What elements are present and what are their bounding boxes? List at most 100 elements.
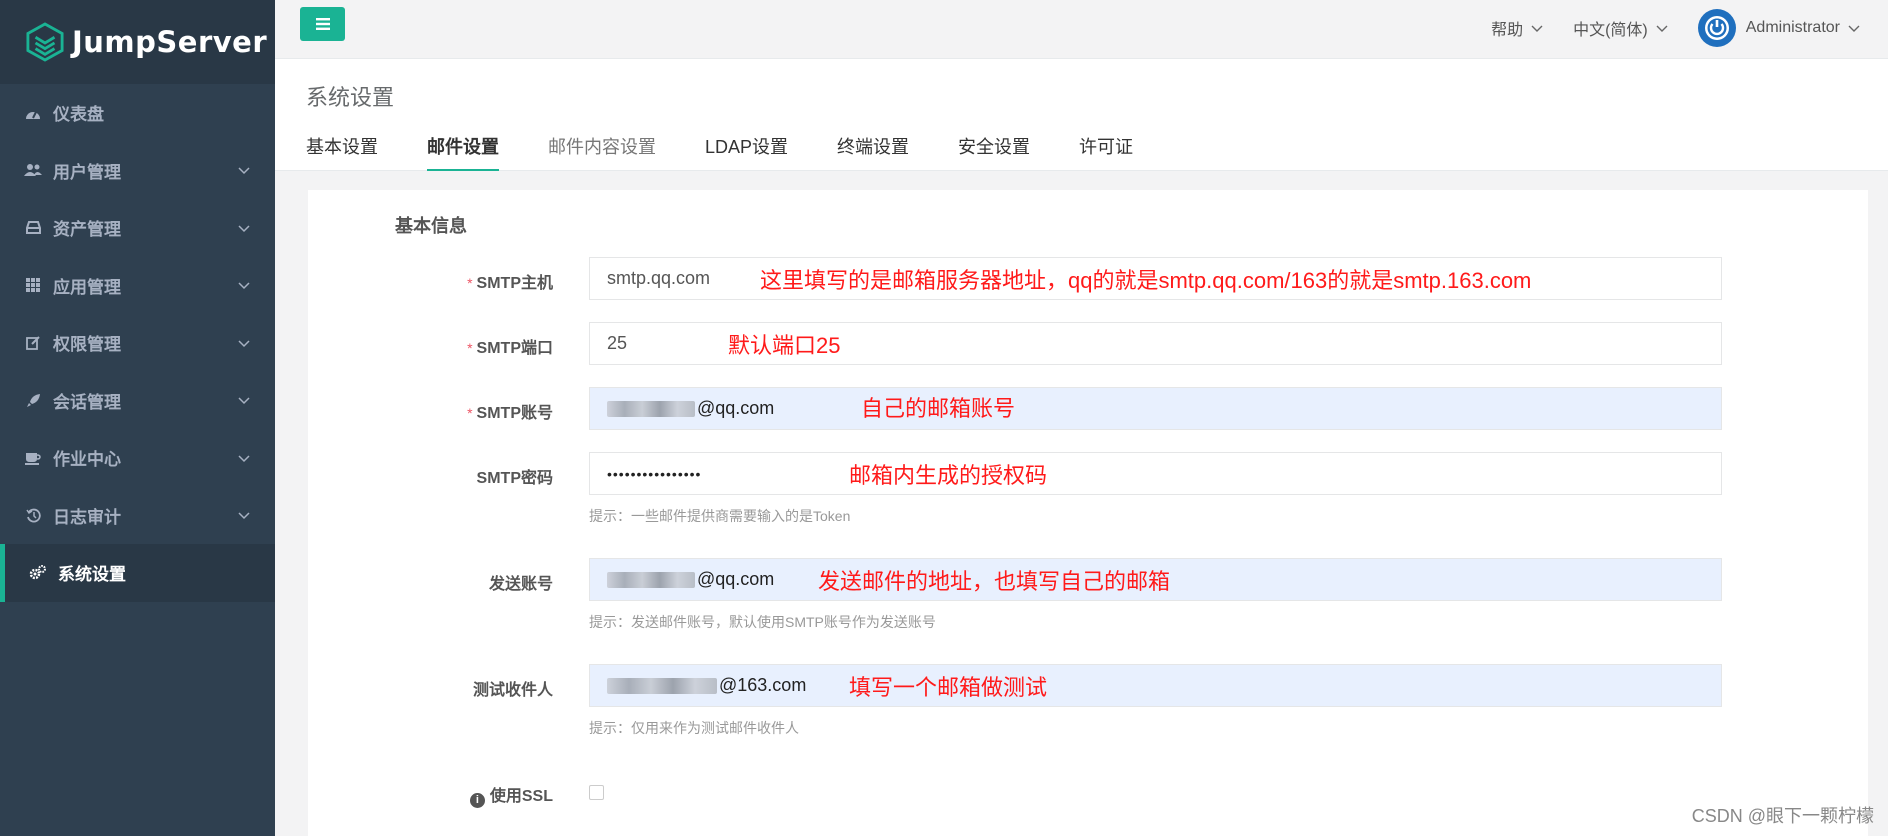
sidebar-item-assets[interactable]: 资产管理 — [0, 199, 275, 257]
sidebar-item-settings[interactable]: 系统设置 — [0, 544, 275, 602]
sidebar-item-permissions[interactable]: 权限管理 — [0, 314, 275, 372]
jumpserver-logo-icon — [26, 22, 64, 62]
tab-license[interactable]: 许可证 — [1079, 133, 1133, 171]
test-recipient-value: @163.com — [719, 675, 807, 695]
page-title: 系统设置 — [306, 85, 395, 110]
chevron-down-icon — [238, 455, 250, 462]
grid-icon — [24, 276, 42, 294]
test-recipient-help: 提示：仅用来作为测试邮件收件人 — [589, 720, 799, 736]
tab-terminal[interactable]: 终端设置 — [837, 133, 909, 171]
sidebar: JumpServer 仪表盘 用户管理 资产管理 应用管理 权限管理 会话管理 … — [0, 0, 275, 836]
use-ssl-label: i 使用SSL — [308, 782, 553, 808]
smtp-password-value: •••••••••••••••• — [607, 465, 702, 482]
sidebar-item-label: 会话管理 — [53, 392, 121, 412]
language-label: 中文(简体) — [1573, 21, 1648, 39]
language-dropdown[interactable]: 中文(简体) — [1573, 16, 1668, 40]
smtp-password-input[interactable]: •••••••••••••••• — [589, 452, 1722, 495]
smtp-account-input[interactable]: @qq.com — [589, 387, 1722, 430]
annotation-host: 这里填写的是邮箱服务器地址，qq的就是smtp.qq.com/163的就是smt… — [760, 268, 1532, 293]
use-ssl-checkbox[interactable] — [589, 785, 604, 800]
smtp-port-value: 25 — [607, 333, 628, 353]
chevron-down-icon — [238, 512, 250, 520]
annotation-account: 自己的邮箱账号 — [861, 396, 1016, 421]
test-recipient-label: 测试收件人 — [472, 682, 553, 699]
users-icon — [24, 161, 42, 179]
inbox-icon — [24, 219, 42, 237]
dashboard-icon — [24, 104, 42, 122]
annotation-password: 邮箱内生成的授权码 — [849, 463, 1048, 488]
annotation-port: 默认端口25 — [728, 333, 841, 358]
smtp-port-label: * SMTP端口 — [467, 340, 553, 357]
chevron-down-icon — [238, 282, 250, 290]
info-icon: i — [469, 792, 485, 808]
tab-email[interactable]: 邮件设置 — [427, 133, 499, 171]
required-marker: * — [467, 275, 473, 291]
sidebar-nav: 仪表盘 用户管理 资产管理 应用管理 权限管理 会话管理 作业中心 日志审计 系… — [0, 84, 275, 602]
redacted-text — [607, 571, 695, 588]
tab-email-content[interactable]: 邮件内容设置 — [548, 133, 656, 171]
chevron-down-icon — [1656, 25, 1668, 32]
top-navbar: 帮助 中文(简体) Administrator — [275, 0, 1888, 59]
sidebar-item-label: 资产管理 — [53, 220, 121, 240]
sidebar-item-dashboard[interactable]: 仪表盘 — [0, 84, 275, 142]
chevron-down-icon — [1848, 25, 1860, 32]
avatar — [1697, 8, 1736, 47]
sidebar-item-label: 权限管理 — [53, 335, 121, 355]
sidebar-item-audit-logs[interactable]: 日志审计 — [0, 487, 275, 545]
chevron-down-icon — [238, 340, 250, 347]
sender-value: @qq.com — [697, 569, 775, 589]
chevron-down-icon — [238, 225, 250, 232]
menu-icon — [315, 18, 330, 30]
smtp-account-label: * SMTP账号 — [467, 405, 553, 422]
coffee-icon — [24, 449, 42, 467]
history-icon — [24, 506, 42, 524]
chevron-down-icon — [238, 397, 250, 405]
sidebar-item-label: 仪表盘 — [53, 105, 104, 125]
power-icon — [1704, 15, 1729, 40]
annotation-sender: 发送邮件的地址，也填写自己的邮箱 — [818, 569, 1171, 594]
sender-label: 发送账号 — [488, 576, 553, 593]
user-dropdown[interactable]: Administrator — [1697, 8, 1860, 47]
settings-form-card: 基本信息 * SMTP主机 smtp.qq.com 这里填写的是邮箱服务器地址，q… — [308, 190, 1868, 836]
chevron-down-icon — [238, 167, 250, 175]
sidebar-item-sessions[interactable]: 会话管理 — [0, 372, 275, 430]
edit-icon — [24, 334, 42, 352]
user-name: Administrator — [1745, 18, 1840, 36]
smtp-host-value: smtp.qq.com — [607, 268, 711, 288]
help-label: 帮助 — [1491, 21, 1524, 39]
sidebar-item-jobs[interactable]: 作业中心 — [0, 429, 275, 487]
help-dropdown[interactable]: 帮助 — [1491, 16, 1543, 40]
sidebar-item-label: 日志审计 — [53, 507, 121, 527]
tab-basic[interactable]: 基本设置 — [306, 133, 378, 171]
redacted-text — [607, 677, 717, 694]
sidebar-item-users[interactable]: 用户管理 — [0, 142, 275, 200]
section-title: 基本信息 — [395, 216, 467, 236]
required-marker: * — [467, 340, 473, 356]
chevron-down-icon — [1531, 25, 1543, 32]
smtp-account-value: @qq.com — [697, 398, 775, 418]
brand[interactable]: JumpServer — [0, 0, 275, 84]
settings-tabs: 基本设置 邮件设置 邮件内容设置 LDAP设置 终端设置 安全设置 许可证 — [306, 133, 1182, 171]
sidebar-item-label: 用户管理 — [53, 162, 121, 182]
annotation-recipient: 填写一个邮箱做测试 — [849, 675, 1048, 700]
rocket-icon — [24, 391, 42, 409]
smtp-host-label: * SMTP主机 — [467, 275, 553, 292]
smtp-password-label: SMTP密码 — [476, 470, 553, 487]
required-marker: * — [467, 405, 473, 421]
sender-help: 提示：发送邮件账号，默认使用SMTP账号作为发送账号 — [589, 614, 936, 630]
watermark: CSDN @眼下一颗柠檬 — [1691, 806, 1874, 826]
redacted-text — [607, 400, 695, 417]
top-right-menu: 帮助 中文(简体) Administrator — [1491, 0, 1888, 55]
test-recipient-input[interactable]: @163.com — [589, 664, 1722, 707]
smtp-password-help: 提示：一些邮件提供商需要输入的是Token — [589, 508, 851, 524]
sidebar-toggle-button[interactable] — [300, 7, 345, 41]
gears-icon — [29, 564, 47, 582]
tab-ldap[interactable]: LDAP设置 — [705, 133, 788, 171]
sidebar-item-label: 系统设置 — [58, 565, 126, 585]
sidebar-item-label: 应用管理 — [53, 277, 121, 297]
tab-security[interactable]: 安全设置 — [958, 133, 1030, 171]
sidebar-item-label: 作业中心 — [53, 450, 121, 470]
brand-name: JumpServer — [72, 25, 268, 59]
page-header: 系统设置 基本设置 邮件设置 邮件内容设置 LDAP设置 终端设置 安全设置 许… — [275, 59, 1888, 171]
sidebar-item-applications[interactable]: 应用管理 — [0, 257, 275, 315]
